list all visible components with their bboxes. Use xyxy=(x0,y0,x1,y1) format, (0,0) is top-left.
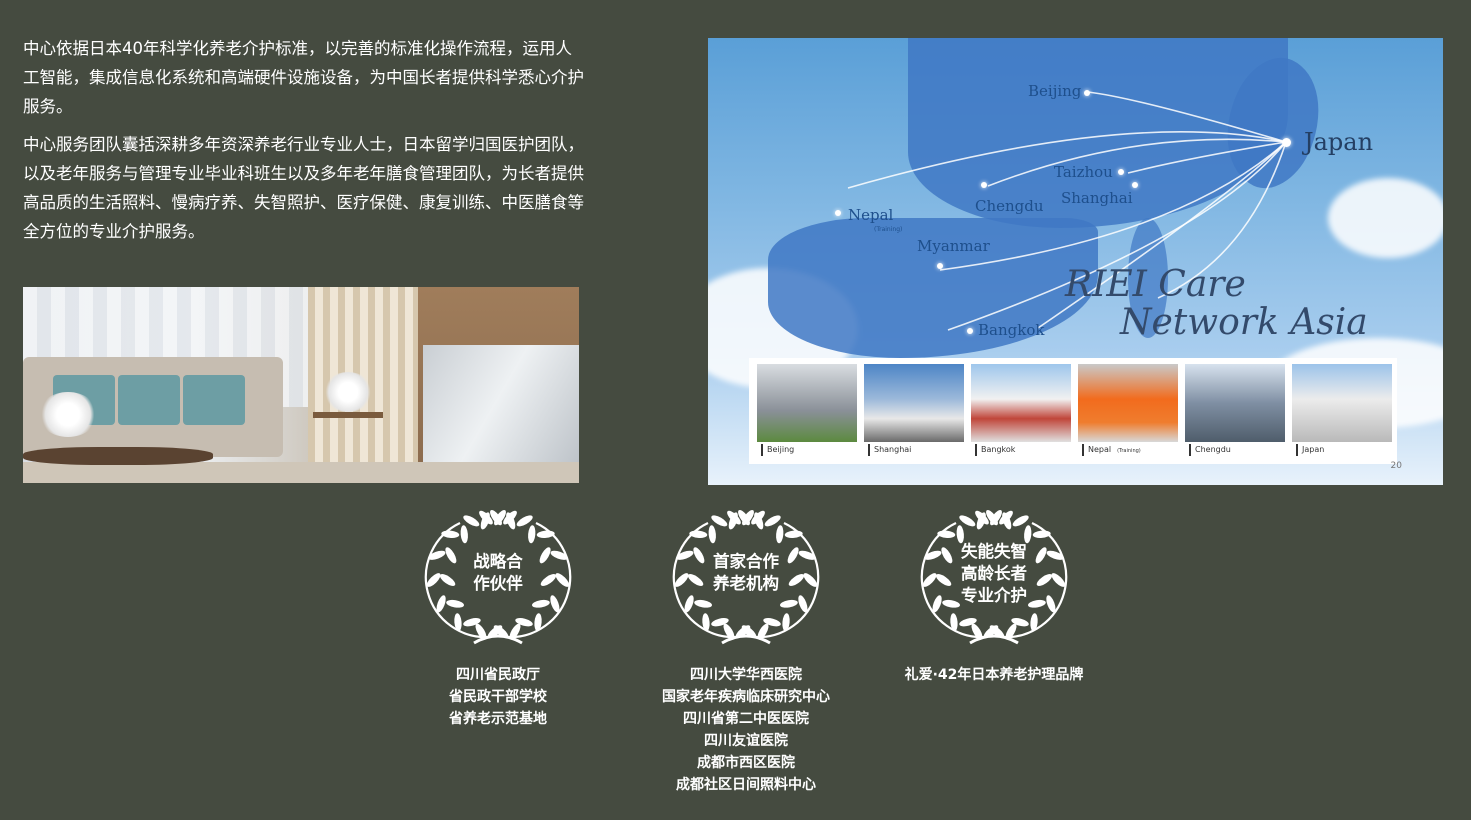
intro-text: 中心依据日本40年科学化养老介护标准，以完善的标准化操作流程，运用人工智能，集成… xyxy=(23,34,585,255)
city-dot xyxy=(1118,169,1124,175)
intro-paragraph-1: 中心依据日本40年科学化养老介护标准，以完善的标准化操作流程，运用人工智能，集成… xyxy=(23,39,584,116)
thumb-bangkok-photo xyxy=(971,364,1071,442)
thumb-nepal-photo xyxy=(1078,364,1178,442)
intro-paragraph-2: 中心服务团队囊括深耕多年资深养老行业专业人士，日本留学归国医护团队，以及老年服务… xyxy=(23,135,584,241)
thumb-chengdu-photo xyxy=(1185,364,1285,442)
flower-vase xyxy=(38,392,98,437)
city-myanmar: Myanmar xyxy=(917,237,990,255)
partner-item: 四川省民政厅 xyxy=(456,667,540,683)
thumb-shanghai-photo xyxy=(864,364,964,442)
partner-item: 省民政干部学校 xyxy=(449,689,547,705)
floor xyxy=(23,462,579,483)
laurel-badge-partner: 战略合 作伙伴 xyxy=(418,507,578,647)
partners-column-2: 四川大学华西医院 国家老年疾病临床研究中心 四川省第二中医医院 四川友谊医院 成… xyxy=(636,664,856,796)
city-dot xyxy=(1084,90,1090,96)
city-beijing: Beijing xyxy=(1028,82,1082,100)
city-japan: Japan xyxy=(1304,128,1374,156)
thumb-japan-photo xyxy=(1292,364,1392,442)
partner-item: 省养老示范基地 xyxy=(449,711,547,727)
flower-vase xyxy=(323,372,373,412)
laurel-badge-care: 失能失智 高龄长者 专业介护 xyxy=(914,507,1074,647)
city-bangkok: Bangkok xyxy=(978,321,1045,339)
partner-item: 国家老年疾病临床研究中心 xyxy=(662,689,830,705)
thumb-label: Chengdu xyxy=(1189,444,1231,456)
badge-line: 专业介护 xyxy=(961,586,1027,605)
thumb-label: Nepal (Training) xyxy=(1082,444,1141,456)
brand-line-2: Network Asia xyxy=(1120,302,1368,343)
partner-item: 成都市西区医院 xyxy=(697,755,795,771)
partner-item: 礼爱·42年日本养老护理品牌 xyxy=(904,667,1084,683)
partner-item: 四川省第二中医医院 xyxy=(683,711,809,727)
thumb-label: Japan xyxy=(1296,444,1324,456)
city-dot xyxy=(981,182,987,188)
partner-item: 四川友谊医院 xyxy=(704,733,788,749)
thumb-beijing-photo xyxy=(757,364,857,442)
badge-line: 高龄长者 xyxy=(961,564,1027,583)
partner-item: 成都社区日间照料中心 xyxy=(676,777,816,793)
city-chengdu: Chengdu xyxy=(975,197,1044,215)
badge-line: 战略合 xyxy=(473,552,523,571)
city-shanghai: Shanghai xyxy=(1061,189,1133,207)
cushion xyxy=(183,375,245,425)
city-taizhou: Taizhou xyxy=(1054,163,1113,181)
badge-line: 首家合作 xyxy=(713,552,779,571)
riei-network-map: Beijing Japan Taizhou Shanghai Chengdu N… xyxy=(708,38,1443,485)
cushion xyxy=(118,375,180,425)
badge-line: 作伙伴 xyxy=(473,574,523,593)
city-dot xyxy=(967,328,973,334)
brand-line-1: RIEI Care xyxy=(1065,264,1246,305)
nepal-training-note: (Training) xyxy=(874,226,903,233)
badge-line: 养老机构 xyxy=(713,574,779,593)
partners-column-3: 礼爱·42年日本养老护理品牌 xyxy=(874,664,1114,686)
coffee-table xyxy=(23,447,213,465)
page-number: 20 xyxy=(1390,461,1402,471)
thumb-label: Bangkok xyxy=(975,444,1015,456)
partners-column-1: 四川省民政厅 省民政干部学校 省养老示范基地 xyxy=(418,664,578,730)
city-dot xyxy=(1282,138,1291,147)
thumb-label: Shanghai xyxy=(868,444,911,456)
partner-item: 四川大学华西医院 xyxy=(690,667,802,683)
city-dot xyxy=(835,210,841,216)
laurel-badge-first-partner: 首家合作 养老机构 xyxy=(666,507,826,647)
city-dot xyxy=(937,263,943,269)
city-dot xyxy=(1132,182,1138,188)
city-nepal: Nepal xyxy=(848,206,894,224)
living-room-photo xyxy=(23,287,579,483)
badge-line: 失能失智 xyxy=(961,542,1027,561)
side-table xyxy=(313,412,383,483)
thumb-label: Beijing xyxy=(761,444,794,456)
photo-strip: Beijing Shanghai Bangkok Nepal (Training)… xyxy=(749,358,1397,464)
